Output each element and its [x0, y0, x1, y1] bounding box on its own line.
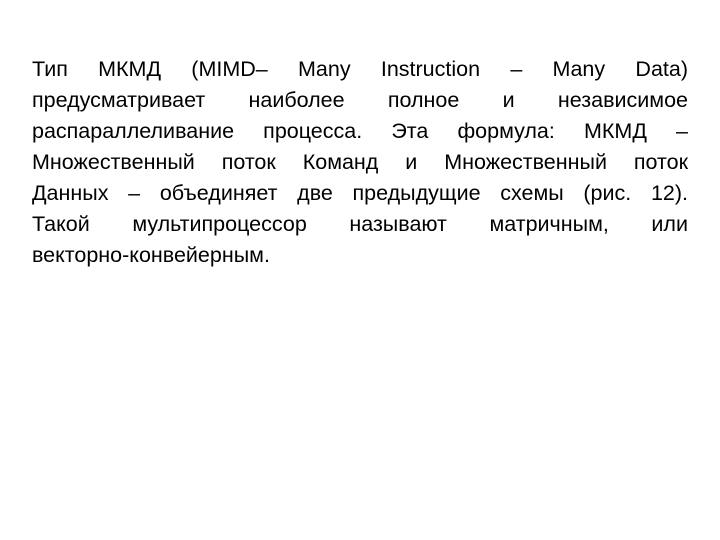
- paragraph-line-3: распараллеливание процесса. Эта формула:…: [32, 119, 688, 143]
- paragraph-line-4: Множественный поток Команд и Множественн…: [32, 150, 688, 174]
- paragraph-line-6: Такой мультипроцессор называют матричным…: [32, 212, 688, 236]
- body-paragraph: Тип МКМД (MIMD– Many Instruction – Many …: [32, 54, 688, 271]
- paragraph-line-2: предусматривает наиболее полное и незави…: [32, 88, 688, 112]
- paragraph-line-7: векторно-конвейерным.: [32, 243, 270, 267]
- paragraph-line-5: Данных – объединяет две предыдущие схемы…: [32, 181, 688, 205]
- slide: Тип МКМД (MIMD– Many Instruction – Many …: [0, 0, 720, 540]
- paragraph-line-1: Тип МКМД (MIMD– Many Instruction – Many …: [32, 57, 688, 81]
